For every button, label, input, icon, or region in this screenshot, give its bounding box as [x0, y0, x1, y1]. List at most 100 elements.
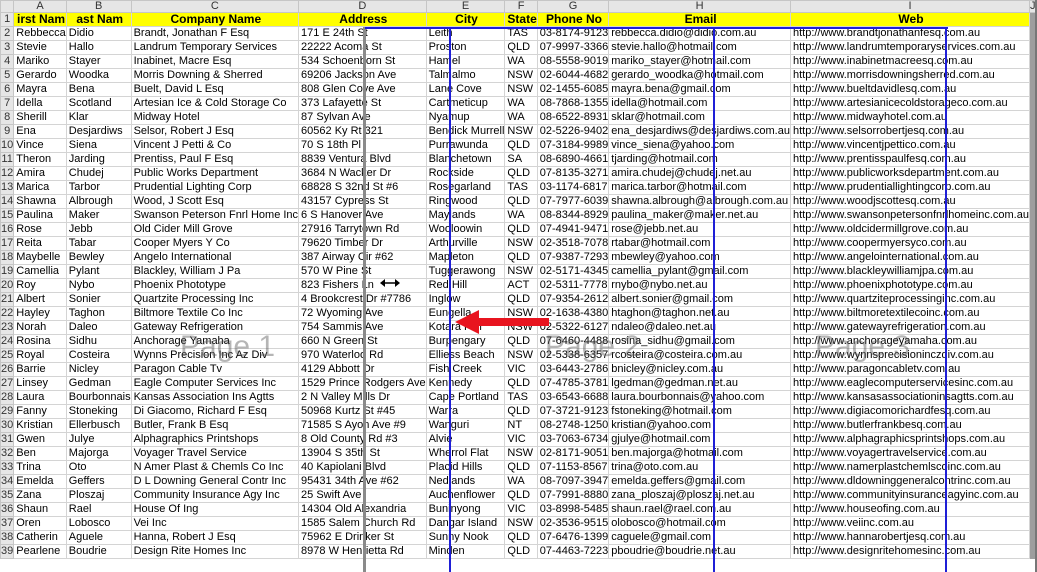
data-cell[interactable]: Daleo — [65, 320, 132, 335]
data-cell[interactable]: Design Rite Homes Inc — [130, 544, 300, 559]
data-cell[interactable]: Tabar — [65, 236, 132, 251]
row-header[interactable]: 17 — [0, 236, 15, 251]
data-cell[interactable]: VIC — [504, 502, 538, 517]
data-cell[interactable]: Woodka — [65, 68, 132, 83]
data-cell[interactable]: http://www.eaglecomputerservicesinc.com.… — [789, 376, 1030, 391]
data-cell[interactable]: VIC — [504, 362, 538, 377]
select-all-corner[interactable] — [0, 0, 15, 13]
page-break-line[interactable] — [449, 27, 451, 572]
data-cell[interactable]: Butler, Frank B Esq — [130, 418, 300, 433]
data-cell[interactable]: Pearlene — [13, 544, 67, 559]
data-cell[interactable]: Stoneking — [65, 404, 132, 419]
data-cell[interactable]: Gwen — [13, 432, 67, 447]
data-cell[interactable]: 07-9354-2612 — [536, 292, 610, 307]
data-cell[interactable]: Maybelle — [13, 250, 67, 265]
data-cell[interactable]: QLD — [504, 404, 538, 419]
row-header[interactable]: 7 — [0, 96, 15, 111]
data-cell[interactable]: Quartzite Processing Inc — [130, 292, 300, 307]
data-cell[interactable]: Wanguri — [425, 418, 506, 433]
column-header[interactable]: F — [504, 0, 538, 13]
data-cell[interactable]: Idella — [13, 96, 67, 111]
row-header[interactable]: 16 — [0, 222, 15, 237]
data-cell[interactable]: NSW — [504, 264, 538, 279]
data-cell[interactable]: http://www.alphagraphicsprintshops.com.a… — [789, 432, 1030, 447]
data-cell[interactable]: http://www.vincentjpettico.com.au — [789, 138, 1030, 153]
data-cell[interactable]: albert.sonier@gmail.com — [608, 292, 791, 307]
data-cell[interactable]: http://www.communityinsuranceagyinc.com.… — [789, 488, 1030, 503]
data-cell[interactable]: Burpengary — [425, 334, 506, 349]
data-cell[interactable]: Buninyong — [425, 502, 506, 517]
header-cell[interactable]: Company Name — [130, 12, 300, 27]
header-cell[interactable]: ast Nam — [65, 12, 132, 27]
row-header[interactable]: 9 — [0, 124, 15, 139]
data-cell[interactable]: 03-6443-2786 — [536, 362, 610, 377]
data-cell[interactable]: Boudrie — [65, 544, 132, 559]
data-cell[interactable]: laura.bourbonnais@yahoo.com — [608, 390, 791, 405]
data-cell[interactable]: Kennedy — [425, 376, 506, 391]
data-cell[interactable]: Pylant — [65, 264, 132, 279]
data-cell[interactable]: Geffers — [65, 474, 132, 489]
page-break-line[interactable] — [713, 27, 715, 572]
data-cell[interactable]: Elliess Beach — [425, 348, 506, 363]
data-cell[interactable]: 03-8998-5485 — [536, 502, 610, 517]
data-cell[interactable]: Sonier — [65, 292, 132, 307]
data-cell[interactable]: Sherill — [13, 110, 67, 125]
data-cell[interactable]: 07-8135-3271 — [536, 166, 610, 181]
data-cell[interactable]: Dangar Island — [425, 516, 506, 531]
data-cell[interactable]: TAS — [504, 390, 538, 405]
row-header[interactable]: 28 — [0, 390, 15, 405]
data-cell[interactable]: Nedlands — [425, 474, 506, 489]
header-cell[interactable]: City — [425, 12, 506, 27]
data-cell[interactable]: NSW — [504, 516, 538, 531]
data-cell[interactable]: NSW — [504, 446, 538, 461]
column-header[interactable]: H — [608, 0, 791, 13]
data-cell[interactable]: http://www.coopermyersyco.com.au — [789, 236, 1030, 251]
data-cell[interactable]: http://www.prentisspaulfesq.com.au — [789, 152, 1030, 167]
row-header[interactable]: 35 — [0, 488, 15, 503]
data-cell[interactable]: Community Insurance Agy Inc — [130, 488, 300, 503]
data-cell[interactable]: pboudrie@boudrie.net.au — [608, 544, 791, 559]
data-cell[interactable]: fstoneking@hotmail.com — [608, 404, 791, 419]
data-cell[interactable]: Cooper Myers Y Co — [130, 236, 300, 251]
data-cell[interactable]: http://www.publicworksdepartment.com.au — [789, 166, 1030, 181]
data-cell[interactable]: NSW — [504, 348, 538, 363]
data-cell[interactable]: QLD — [504, 166, 538, 181]
header-cell[interactable]: Email — [608, 12, 791, 27]
column-header[interactable]: G — [536, 0, 610, 13]
data-cell[interactable]: Rockside — [425, 166, 506, 181]
data-cell[interactable]: Zana — [13, 488, 67, 503]
data-cell[interactable]: House Of Ing — [130, 502, 300, 517]
data-cell[interactable]: http://www.veiinc.com.au — [789, 516, 1030, 531]
row-header[interactable]: 15 — [0, 208, 15, 223]
data-cell[interactable]: http://www.designritehomesinc.com.au — [789, 544, 1030, 559]
data-cell[interactable]: http://www.namerplastchemlscoinc.com.au — [789, 460, 1030, 475]
data-cell[interactable]: Stayer — [65, 54, 132, 69]
row-header[interactable]: 19 — [0, 264, 15, 279]
data-cell[interactable]: 07-3184-9989 — [536, 138, 610, 153]
data-cell[interactable]: rnybo@nybo.net.au — [608, 278, 791, 293]
data-cell[interactable]: 08-6522-8931 — [536, 110, 610, 125]
data-cell[interactable]: Amira — [13, 166, 67, 181]
data-cell[interactable]: Taghon — [65, 306, 132, 321]
data-cell[interactable]: VIC — [504, 432, 538, 447]
data-cell[interactable]: 08-6890-4661 — [536, 152, 610, 167]
data-cell[interactable]: 07-4463-7223 — [536, 544, 610, 559]
row-header[interactable]: 27 — [0, 376, 15, 391]
column-header[interactable]: I — [789, 0, 1030, 13]
data-cell[interactable]: ben.majorga@hotmail.com — [608, 446, 791, 461]
data-cell[interactable]: 02-8171-9051 — [536, 446, 610, 461]
row-header[interactable]: 34 — [0, 474, 15, 489]
data-cell[interactable]: 03-7063-6734 — [536, 432, 610, 447]
data-cell[interactable]: Proston — [425, 40, 506, 55]
data-cell[interactable]: http://www.angelointernational.com.au — [789, 250, 1030, 265]
data-cell[interactable]: http://www.voyagertravelservice.com.au — [789, 446, 1030, 461]
column-header[interactable]: C — [130, 0, 300, 13]
row-header[interactable]: 5 — [0, 68, 15, 83]
row-header[interactable]: 22 — [0, 306, 15, 321]
data-cell[interactable]: Auchenflower — [425, 488, 506, 503]
data-cell[interactable]: Shaun — [13, 502, 67, 517]
data-cell[interactable]: http://www.digiacomorichardfesq.com.au — [789, 404, 1030, 419]
data-cell[interactable]: Morris Downing & Sherred — [130, 68, 300, 83]
data-cell[interactable]: Inglow — [425, 292, 506, 307]
data-cell[interactable]: Warra — [425, 404, 506, 419]
